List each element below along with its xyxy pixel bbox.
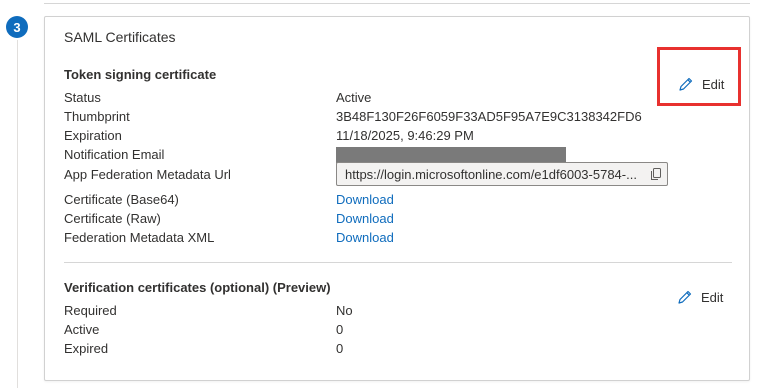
active-row: Active 0 bbox=[64, 322, 704, 341]
notification-email-redacted bbox=[336, 147, 566, 163]
federation-metadata-xml-download-link[interactable]: Download bbox=[336, 230, 394, 245]
expiration-value: 11/18/2025, 9:46:29 PM bbox=[336, 128, 474, 143]
pencil-icon bbox=[678, 290, 692, 304]
copy-icon[interactable] bbox=[645, 163, 667, 185]
previous-card-edge bbox=[44, 0, 750, 4]
metadata-url-text: https://login.microsoftonline.com/e1df60… bbox=[345, 166, 637, 182]
thumbprint-row: Thumbprint 3B48F130F26F6059F33AD5F95A7E9… bbox=[64, 109, 704, 128]
thumbprint-value: 3B48F130F26F6059F33AD5F95A7E9C3138342FD6 bbox=[336, 109, 642, 124]
required-row: Required No bbox=[64, 303, 704, 322]
verification-edit-button[interactable]: Edit bbox=[677, 289, 723, 305]
status-value: Active bbox=[336, 90, 372, 105]
card-title: SAML Certificates bbox=[64, 29, 176, 45]
saml-certificates-card: SAML Certificates Token signing certific… bbox=[44, 16, 750, 381]
federation-metadata-xml-label: Federation Metadata XML bbox=[64, 230, 215, 245]
metadata-url-field[interactable]: https://login.microsoftonline.com/e1df60… bbox=[336, 162, 668, 186]
federation-metadata-xml-row: Federation Metadata XML Download bbox=[64, 230, 704, 249]
token-signing-section-title: Token signing certificate bbox=[64, 67, 217, 82]
status-row: Status Active bbox=[64, 90, 704, 109]
expiration-label: Expiration bbox=[64, 128, 122, 143]
certificate-raw-label: Certificate (Raw) bbox=[64, 211, 161, 226]
metadata-url-label: App Federation Metadata Url bbox=[64, 167, 231, 182]
section-divider bbox=[64, 262, 732, 263]
expired-row: Expired 0 bbox=[64, 341, 704, 360]
certificate-base64-label: Certificate (Base64) bbox=[64, 192, 179, 207]
notification-email-label: Notification Email bbox=[64, 147, 165, 162]
certificate-base64-download-link[interactable]: Download bbox=[336, 192, 394, 207]
active-label: Active bbox=[64, 322, 100, 337]
expiration-row: Expiration 11/18/2025, 9:46:29 PM bbox=[64, 128, 704, 147]
certificate-raw-download-link[interactable]: Download bbox=[336, 211, 394, 226]
step-number-badge: 3 bbox=[6, 16, 28, 38]
step-connector-line bbox=[17, 40, 18, 388]
status-label: Status bbox=[64, 90, 101, 105]
expired-label: Expired bbox=[64, 341, 109, 356]
thumbprint-label: Thumbprint bbox=[64, 109, 130, 124]
verification-edit-label: Edit bbox=[701, 289, 724, 305]
metadata-url-row: App Federation Metadata Url https://logi… bbox=[64, 162, 704, 186]
edit-highlight-annotation bbox=[657, 47, 741, 106]
expired-value: 0 bbox=[336, 341, 344, 356]
verification-section-title: Verification certificates (optional) (Pr… bbox=[64, 280, 331, 295]
required-value: No bbox=[336, 303, 353, 318]
certificate-raw-row: Certificate (Raw) Download bbox=[64, 211, 704, 230]
active-value: 0 bbox=[336, 322, 344, 337]
certificate-base64-row: Certificate (Base64) Download bbox=[64, 192, 704, 211]
required-label: Required bbox=[64, 303, 117, 318]
